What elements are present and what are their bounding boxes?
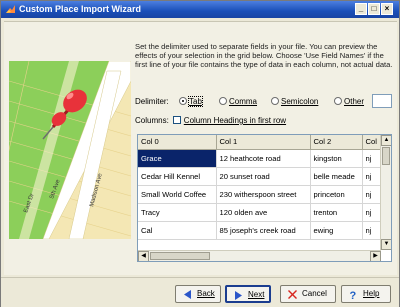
preview-grid[interactable]: Col 0 Col 1 Col 2 Col Grace 12 heathcote… <box>137 134 392 262</box>
other-delimiter-input[interactable] <box>372 94 392 108</box>
grid-cell[interactable]: 12 heathcote road <box>216 149 311 168</box>
grid-cell[interactable]: nj <box>362 167 383 186</box>
column-headings-checkbox[interactable] <box>172 116 181 124</box>
app-icon <box>6 5 15 13</box>
vertical-scroll-thumb[interactable] <box>382 147 390 165</box>
radio-icon[interactable] <box>179 97 187 105</box>
grid-cell[interactable]: kingston <box>310 149 363 168</box>
delimiter-option-semicolon[interactable]: Semicolon <box>271 97 318 106</box>
horizontal-scrollbar[interactable]: ◀ ▶ <box>138 250 381 261</box>
columns-row: Columns: Column Headings in first row <box>135 116 286 128</box>
grid-cell[interactable]: 120 olden ave <box>216 203 311 222</box>
radio-icon[interactable] <box>219 97 227 105</box>
close-button[interactable]: × <box>381 3 393 15</box>
cancel-x-icon <box>288 290 297 299</box>
back-button[interactable]: Back <box>175 285 221 303</box>
table-row[interactable]: Cal 85 joseph's creek road ewing nj <box>138 221 383 240</box>
grid-cell[interactable]: 230 witherspoon street <box>216 185 311 204</box>
delimiter-option-tab[interactable]: Tab <box>179 96 203 107</box>
button-bar: Back Next Cancel ? Help <box>1 277 399 307</box>
grid-cell[interactable]: Cal <box>138 221 217 240</box>
delimiter-label: Delimiter: <box>135 97 169 106</box>
grid-cell[interactable]: 85 joseph's creek road <box>216 221 311 240</box>
cancel-button[interactable]: Cancel <box>280 285 336 303</box>
table-row[interactable]: Grace 12 heathcote road kingston nj <box>138 149 383 168</box>
delimiter-option-comma[interactable]: Comma <box>219 97 257 106</box>
instructions-text: Set the delimiter used to separate field… <box>135 42 393 70</box>
grid-header[interactable]: Col 2 <box>310 135 363 150</box>
grid-cell[interactable]: trenton <box>310 203 363 222</box>
grid-cell[interactable]: Cedar Hill Kennel <box>138 167 217 186</box>
table-row[interactable]: Small World Coffee 230 witherspoon stree… <box>138 185 383 204</box>
table-row[interactable]: Tracy 120 olden ave trenton nj <box>138 203 383 222</box>
grid-cell[interactable]: nj <box>362 203 383 222</box>
grid-header[interactable]: Col <box>362 135 383 150</box>
grid-header[interactable]: Col 1 <box>216 135 311 150</box>
radio-icon[interactable] <box>334 97 342 105</box>
help-icon: ? <box>350 290 357 300</box>
grid-cell[interactable]: ewing <box>310 221 363 240</box>
map-illustration: East Dr 5th Ave Madison Ave <box>9 61 131 239</box>
title-bar[interactable]: Custom Place Import Wizard _ □ × <box>1 1 399 18</box>
grid-cell[interactable]: nj <box>362 149 383 168</box>
next-button[interactable]: Next <box>225 285 271 303</box>
table-row[interactable]: Cedar Hill Kennel 20 sunset road belle m… <box>138 167 383 186</box>
help-button[interactable]: ? Help <box>341 285 391 303</box>
grid-cell[interactable]: princeton <box>310 185 363 204</box>
horizontal-scroll-thumb[interactable] <box>150 252 210 260</box>
scroll-left-icon[interactable]: ◀ <box>138 251 149 261</box>
wizard-window: Custom Place Import Wizard _ □ × East Dr… <box>0 0 400 307</box>
columns-label: Columns: <box>135 116 169 125</box>
radio-icon[interactable] <box>271 97 279 105</box>
back-arrow-icon <box>184 290 191 299</box>
window-title: Custom Place Import Wizard <box>19 4 141 14</box>
svg-text:?: ? <box>350 290 357 300</box>
vertical-scrollbar[interactable]: ▲ ▼ <box>380 135 391 250</box>
scroll-down-icon[interactable]: ▼ <box>381 239 391 250</box>
grid-cell[interactable]: belle meade <box>310 167 363 186</box>
grid-header[interactable]: Col 0 <box>138 135 217 150</box>
delimiter-row: Delimiter: Tab Comma Semicolon Other <box>135 94 397 109</box>
grid-cell[interactable]: Grace <box>138 149 217 168</box>
grid-cell[interactable]: nj <box>362 185 383 204</box>
grid-cell[interactable]: Tracy <box>138 203 217 222</box>
scroll-right-icon[interactable]: ▶ <box>370 251 381 261</box>
delimiter-option-other[interactable]: Other <box>334 97 364 106</box>
minimize-button[interactable]: _ <box>355 3 367 15</box>
grid-header-row: Col 0 Col 1 Col 2 Col <box>138 135 383 150</box>
maximize-button[interactable]: □ <box>368 3 380 15</box>
column-headings-label[interactable]: Column Headings in first row <box>184 116 286 125</box>
grid-cell[interactable]: Small World Coffee <box>138 185 217 204</box>
grid-cell[interactable]: nj <box>362 221 383 240</box>
scroll-up-icon[interactable]: ▲ <box>381 135 391 146</box>
grid-cell[interactable]: 20 sunset road <box>216 167 311 186</box>
next-arrow-icon <box>235 291 242 300</box>
